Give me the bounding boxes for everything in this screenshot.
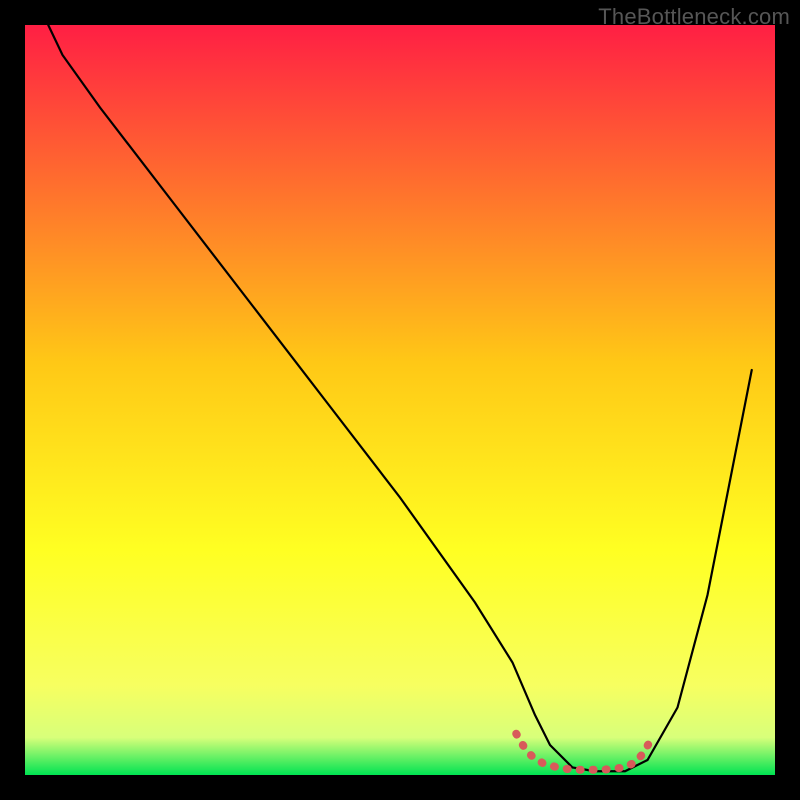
watermark-text: TheBottleneck.com: [598, 4, 790, 30]
chart-container: TheBottleneck.com: [0, 0, 800, 800]
bottleneck-chart: [0, 0, 800, 800]
plot-background: [25, 25, 775, 775]
